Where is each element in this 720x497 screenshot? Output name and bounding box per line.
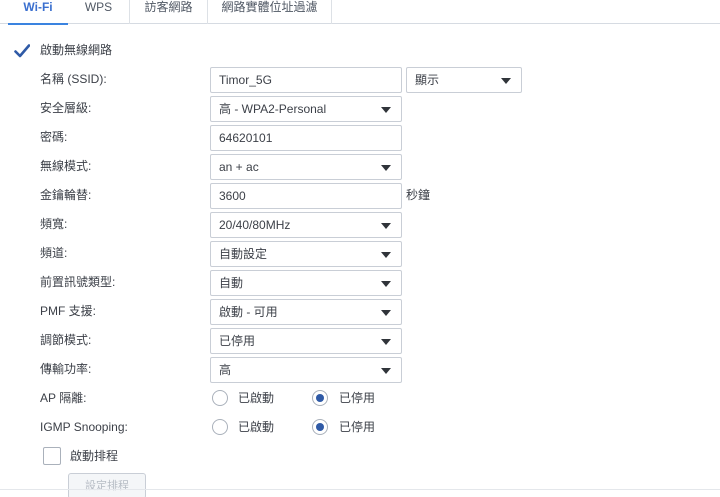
triangle-down-icon	[501, 78, 511, 84]
triangle-down-icon	[381, 281, 391, 287]
tab-mac-filter[interactable]: 網路實體位址過濾	[208, 0, 332, 24]
set-schedule-button[interactable]: 設定排程	[68, 473, 146, 497]
ap-isolation-enabled-label: 已啟動	[238, 391, 275, 405]
checkmark-icon[interactable]	[14, 43, 30, 59]
security-select[interactable]: 高 - WPA2-Personal	[210, 96, 402, 122]
modulation-select[interactable]: 已停用	[210, 328, 402, 354]
password-label: 密碼:	[40, 130, 68, 144]
tx-power-select[interactable]: 高	[210, 357, 402, 383]
wireless-mode-label: 無線模式:	[40, 159, 92, 173]
ssid-label: 名稱 (SSID):	[40, 72, 107, 86]
schedule-label: 啟動排程	[70, 449, 119, 463]
pmf-label: PMF 支援:	[40, 304, 96, 318]
key-rotation-unit: 秒鐘	[406, 188, 431, 202]
triangle-down-icon	[381, 165, 391, 171]
igmp-label: IGMP Snooping:	[40, 420, 128, 434]
pmf-select[interactable]: 啟動 - 可用	[210, 299, 402, 325]
tab-guest-network[interactable]: 訪客網路	[130, 0, 208, 24]
triangle-down-icon	[381, 107, 391, 113]
triangle-down-icon	[381, 339, 391, 345]
ap-isolation-enabled-radio[interactable]	[212, 390, 228, 406]
tab-wifi[interactable]: Wi-Fi	[8, 0, 68, 25]
enable-wireless-label: 啟動無線網路	[40, 43, 113, 57]
tx-power-label: 傳輸功率:	[40, 362, 92, 376]
ap-isolation-disabled-label: 已停用	[339, 391, 376, 405]
ssid-visibility-select[interactable]: 顯示	[406, 67, 522, 93]
channel-label: 頻道:	[40, 246, 68, 260]
security-label: 安全層級:	[40, 101, 92, 115]
modulation-label: 調節模式:	[40, 333, 92, 347]
ssid-input[interactable]: Timor_5G	[210, 67, 402, 93]
wireless-mode-select[interactable]: an + ac	[210, 154, 402, 180]
bandwidth-select[interactable]: 20/40/80MHz	[210, 212, 402, 238]
tab-bar: Wi-Fi WPS 訪客網路 網路實體位址過濾	[0, 0, 720, 25]
triangle-down-icon	[381, 252, 391, 258]
igmp-enabled-label: 已啟動	[238, 420, 275, 434]
schedule-checkbox[interactable]	[43, 447, 61, 465]
triangle-down-icon	[381, 310, 391, 316]
key-rotation-label: 金鑰輪替:	[40, 188, 92, 202]
password-input[interactable]: 64620101	[210, 125, 402, 151]
triangle-down-icon	[381, 223, 391, 229]
channel-select[interactable]: 自動設定	[210, 241, 402, 267]
preamble-select[interactable]: 自動	[210, 270, 402, 296]
preamble-label: 前置訊號類型:	[40, 275, 116, 289]
key-rotation-input[interactable]: 3600	[210, 183, 402, 209]
bandwidth-label: 頻寬:	[40, 217, 68, 231]
igmp-disabled-radio[interactable]	[312, 419, 328, 435]
ap-isolation-disabled-radio[interactable]	[312, 390, 328, 406]
divider	[0, 489, 720, 490]
triangle-down-icon	[381, 368, 391, 374]
ap-isolation-label: AP 隔離:	[40, 391, 87, 405]
igmp-disabled-label: 已停用	[339, 420, 376, 434]
igmp-enabled-radio[interactable]	[212, 419, 228, 435]
tab-wps[interactable]: WPS	[68, 0, 130, 24]
